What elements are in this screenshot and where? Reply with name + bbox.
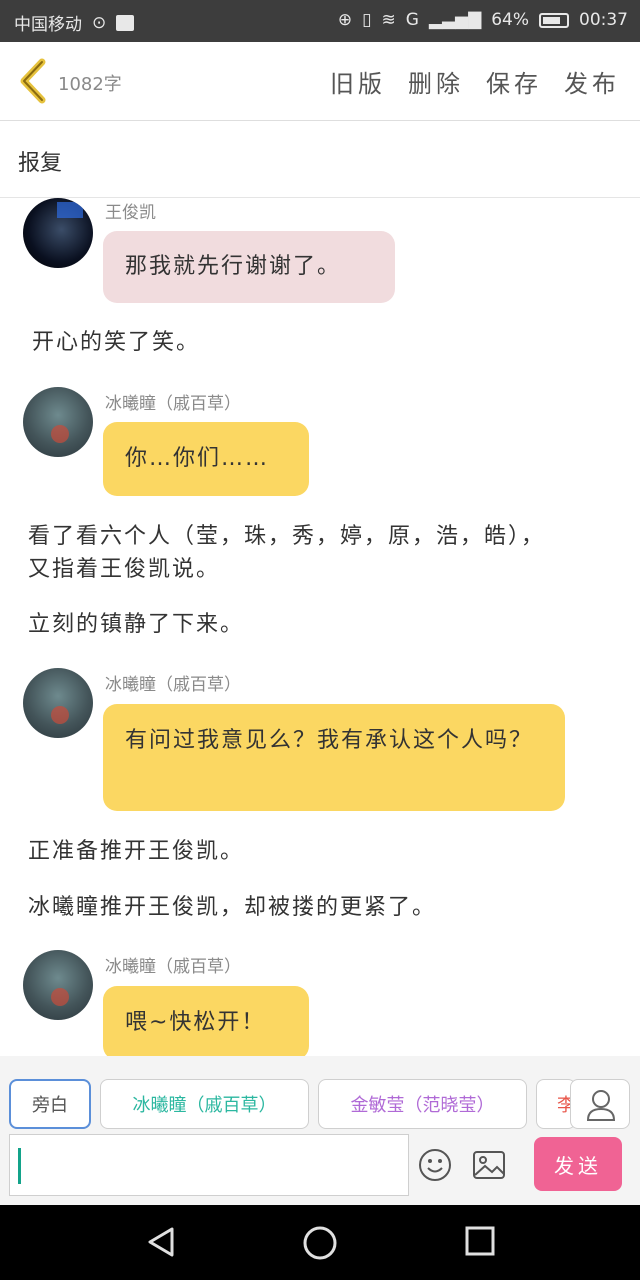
speaker-name: 冰曦瞳（戚百草）	[105, 394, 241, 414]
message-input[interactable]	[9, 1134, 409, 1196]
battery-icon	[539, 12, 569, 28]
status-bar: 中国移动 ⊙ ⊕ ▯ ≋ G ▂▃▅▇ 64% 00:37	[0, 0, 640, 42]
image-icon[interactable]	[472, 1150, 506, 1180]
send-button[interactable]: 发送	[534, 1137, 622, 1191]
save-button[interactable]: 保存	[486, 64, 542, 99]
speaker-name: 冰曦瞳（戚百草）	[105, 957, 241, 977]
avatar[interactable]	[23, 950, 93, 1020]
story-content[interactable]: 王俊凯 那我就先行谢谢了。 开心的笑了笑。 冰曦瞳（戚百草） 你…你们…… 看了…	[0, 198, 640, 1056]
signal-icon: ▂▃▅▇	[428, 10, 482, 30]
add-role-button[interactable]	[570, 1079, 630, 1129]
avatar[interactable]	[23, 387, 93, 457]
chat-bubble[interactable]: 你…你们……	[103, 422, 309, 496]
narration-line[interactable]: 立刻的镇静了下来。	[28, 608, 598, 641]
role-label: 旁白	[32, 1095, 68, 1116]
avatar[interactable]	[23, 198, 93, 268]
word-count: 1082字	[58, 74, 122, 95]
chat-bubble[interactable]: 有问过我意见么？我有承认这个人吗？	[103, 704, 565, 811]
role-chip-bing-xitong[interactable]: 冰曦瞳（戚百草）	[100, 1079, 309, 1129]
battery-percent: 64%	[491, 10, 529, 30]
title-field[interactable]: 报复	[0, 121, 640, 198]
text-cursor	[18, 1148, 21, 1184]
system-nav-bar	[0, 1205, 640, 1280]
narration-line[interactable]: 冰曦瞳推开王俊凯，却被搂的更紧了。	[28, 891, 598, 924]
avatar[interactable]	[23, 668, 93, 738]
network-type: G	[405, 10, 419, 30]
narration-line[interactable]: 开心的笑了笑。	[32, 326, 602, 359]
home-nav-icon[interactable]	[302, 1225, 338, 1261]
back-button[interactable]	[14, 56, 54, 106]
story-title: 报复	[18, 151, 63, 176]
old-version-button[interactable]: 旧版	[330, 64, 386, 99]
role-label: 金敏莹（范晓莹）	[350, 1095, 495, 1116]
editor-toolbar: 1082字 旧版 删除 保存 发布	[0, 42, 640, 121]
role-chip-jin-minying[interactable]: 金敏莹（范晓莹）	[318, 1079, 527, 1129]
delete-button[interactable]: 删除	[408, 64, 464, 99]
back-chevron-icon	[20, 58, 46, 104]
narration-line[interactable]: 正准备推开王俊凯。	[28, 835, 598, 868]
role-chip-narrator[interactable]: 旁白	[9, 1079, 91, 1129]
vibrate-icon: ▯	[362, 10, 372, 30]
data-saver-icon: ⊕	[337, 10, 353, 30]
publish-button[interactable]: 发布	[564, 64, 620, 99]
emoji-icon[interactable]	[418, 1148, 452, 1182]
chat-bubble[interactable]: 那我就先行谢谢了。	[103, 231, 395, 303]
image-notification-icon	[116, 14, 135, 31]
speaker-name: 王俊凯	[105, 203, 156, 223]
back-nav-icon[interactable]	[144, 1225, 178, 1259]
recents-nav-icon[interactable]	[464, 1225, 496, 1257]
sync-icon: ⊙	[92, 12, 107, 33]
chat-bubble[interactable]: 喂~快松开！	[103, 986, 309, 1056]
speaker-name: 冰曦瞳（戚百草）	[105, 675, 241, 695]
clock: 00:37	[579, 10, 628, 30]
wifi-icon: ≋	[381, 10, 396, 30]
input-panel: 旁白 冰曦瞳（戚百草） 金敏莹（范晓莹） 李 发送	[0, 1056, 640, 1205]
narration-line[interactable]: 看了看六个人（莹，珠，秀，婷，原，浩，皓），又指着王俊凯说。	[28, 520, 568, 586]
role-label: 冰曦瞳（戚百草）	[132, 1095, 277, 1116]
user-icon	[586, 1090, 616, 1121]
carrier-label: 中国移动	[14, 15, 82, 35]
